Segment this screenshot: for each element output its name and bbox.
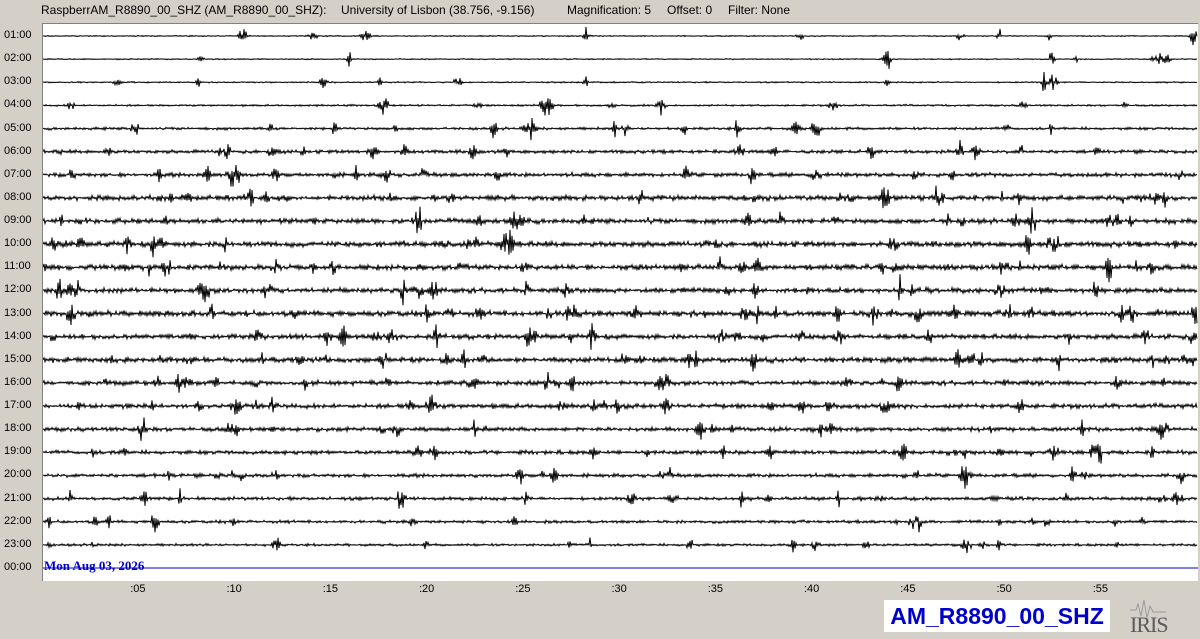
magnification-label: Magnification: 5 <box>567 3 652 17</box>
hour-label: 07:00 <box>4 167 32 180</box>
minute-tick-label: :50 <box>996 583 1012 595</box>
minute-tick-label: :30 <box>611 583 627 595</box>
minute-tick-label: :35 <box>707 583 724 595</box>
helicorder-svg <box>43 27 1198 569</box>
hour-label: 15:00 <box>4 352 32 365</box>
trace-line <box>43 323 1198 350</box>
hour-label: 09:00 <box>4 214 32 227</box>
hour-label: 20:00 <box>4 468 32 481</box>
hour-label: 19:00 <box>4 445 32 458</box>
hour-label: 02:00 <box>4 52 32 65</box>
trace-line <box>43 443 1198 464</box>
header-bar: RaspberrAM_R8890_00_SHZ (AM_R8890_00_SHZ… <box>0 0 1200 20</box>
hour-label: 10:00 <box>4 237 32 250</box>
hour-label: 16:00 <box>4 375 32 388</box>
trace-line <box>43 256 1198 283</box>
offset-label: Offset: 0 <box>667 3 713 17</box>
trace-line <box>43 185 1198 209</box>
hour-label: 05:00 <box>4 121 32 134</box>
minute-tick-label: :05 <box>130 583 146 595</box>
trace-line <box>43 537 1198 554</box>
date-label: Mon Aug 03, 2026 <box>44 558 145 573</box>
trace-line <box>43 50 1198 69</box>
hour-label: 21:00 <box>4 491 32 504</box>
hour-label: 08:00 <box>4 190 32 203</box>
trace-line <box>43 303 1198 326</box>
location-label: University of Lisbon (38.756, -9.156) <box>341 3 535 17</box>
trace-line <box>43 274 1198 306</box>
trace-line <box>43 164 1198 187</box>
trace-line <box>43 515 1198 533</box>
trace-line <box>43 139 1198 161</box>
hour-label: 14:00 <box>4 329 32 342</box>
hour-label: 11:00 <box>4 260 31 273</box>
minute-tick-label: :10 <box>226 583 242 595</box>
helicorder-plot <box>42 23 1198 581</box>
hour-label: 13:00 <box>4 306 32 319</box>
minute-tick-label: :40 <box>804 583 820 595</box>
filter-label: Filter: None <box>728 3 791 17</box>
minute-tick-label: :25 <box>515 583 531 595</box>
hour-label: 04:00 <box>4 98 32 111</box>
hour-label: 22:00 <box>4 514 32 527</box>
trace-line <box>43 72 1198 92</box>
minute-tick-label: :20 <box>419 583 435 595</box>
station-title: RaspberrAM_R8890_00_SHZ (AM_R8890_00_SHZ… <box>41 3 327 17</box>
trace-line <box>43 417 1198 441</box>
minute-tick-label: :55 <box>1092 583 1109 595</box>
hour-label: 00:00 <box>4 560 32 573</box>
trace-line <box>43 98 1198 116</box>
trace-line <box>43 349 1198 372</box>
hour-label: 01:00 <box>4 29 32 41</box>
trace-line <box>43 117 1198 141</box>
trace-line <box>43 27 1198 46</box>
iris-logo-text: IRIS <box>1130 612 1169 637</box>
station-badge: AM_R8890_00_SHZ <box>884 600 1110 632</box>
trace-line <box>43 466 1198 489</box>
hour-label: 17:00 <box>4 399 32 412</box>
trace-line <box>43 371 1198 393</box>
hour-label: 23:00 <box>4 537 32 550</box>
trace-line <box>43 206 1198 234</box>
hour-label: 18:00 <box>4 422 32 435</box>
trace-line <box>43 488 1198 509</box>
minute-tick-label: :15 <box>322 583 339 595</box>
hour-label: 12:00 <box>4 283 32 296</box>
hour-label: 03:00 <box>4 75 32 88</box>
minute-tick-label: :45 <box>900 583 916 595</box>
trace-line <box>43 229 1198 258</box>
trace-line <box>43 394 1198 415</box>
hour-label: 06:00 <box>4 144 32 157</box>
